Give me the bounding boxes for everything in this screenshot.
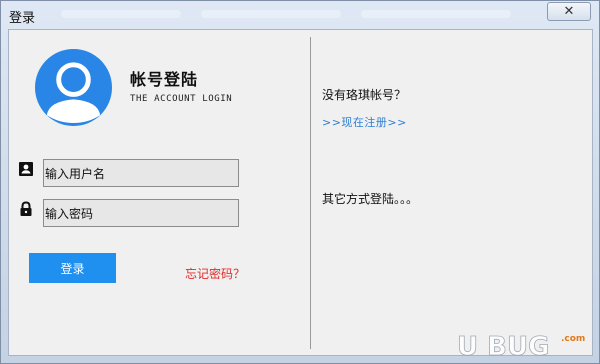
other-login-methods[interactable]: 其它方式登陆。。。 — [322, 190, 418, 207]
no-account-label: 没有珞琪帐号？ — [322, 88, 407, 102]
login-heading: 帐号登陆 — [130, 70, 199, 89]
contact-card-icon — [19, 162, 33, 176]
username-input[interactable] — [43, 159, 239, 187]
lock-icon — [20, 201, 32, 216]
panel-divider — [310, 37, 311, 349]
watermark-logo: U BUG .com — [457, 332, 585, 361]
close-button[interactable]: ✕ — [547, 2, 591, 21]
forgot-password-link[interactable]: 忘记密码？ — [185, 265, 245, 282]
password-input[interactable] — [43, 199, 239, 227]
window-title: 登录 — [9, 11, 36, 26]
login-subheading: THE ACCOUNT LOGIN — [130, 94, 233, 104]
login-button[interactable]: 登录 — [29, 253, 116, 283]
login-panel: 帐号登陆 THE ACCOUNT LOGIN 登录 忘记密码？ 没有珞琪帐号？ … — [8, 29, 593, 356]
login-window: 登录 ✕ 帐号登陆 THE ACCOUNT LOGIN 输入用户名 输入密码 登… — [0, 0, 600, 364]
register-link[interactable]: >>现在注册>> — [322, 114, 407, 130]
svg-text:.com: .com — [561, 334, 585, 344]
svg-text:U BUG: U BUG — [457, 332, 549, 361]
title-bar-blur — [61, 10, 181, 18]
user-avatar-icon — [34, 48, 113, 127]
title-bar-blur — [361, 10, 511, 18]
title-bar-blur — [201, 10, 341, 18]
close-icon: ✕ — [563, 4, 575, 19]
title-bar[interactable]: 登录 ✕ — [1, 1, 599, 29]
